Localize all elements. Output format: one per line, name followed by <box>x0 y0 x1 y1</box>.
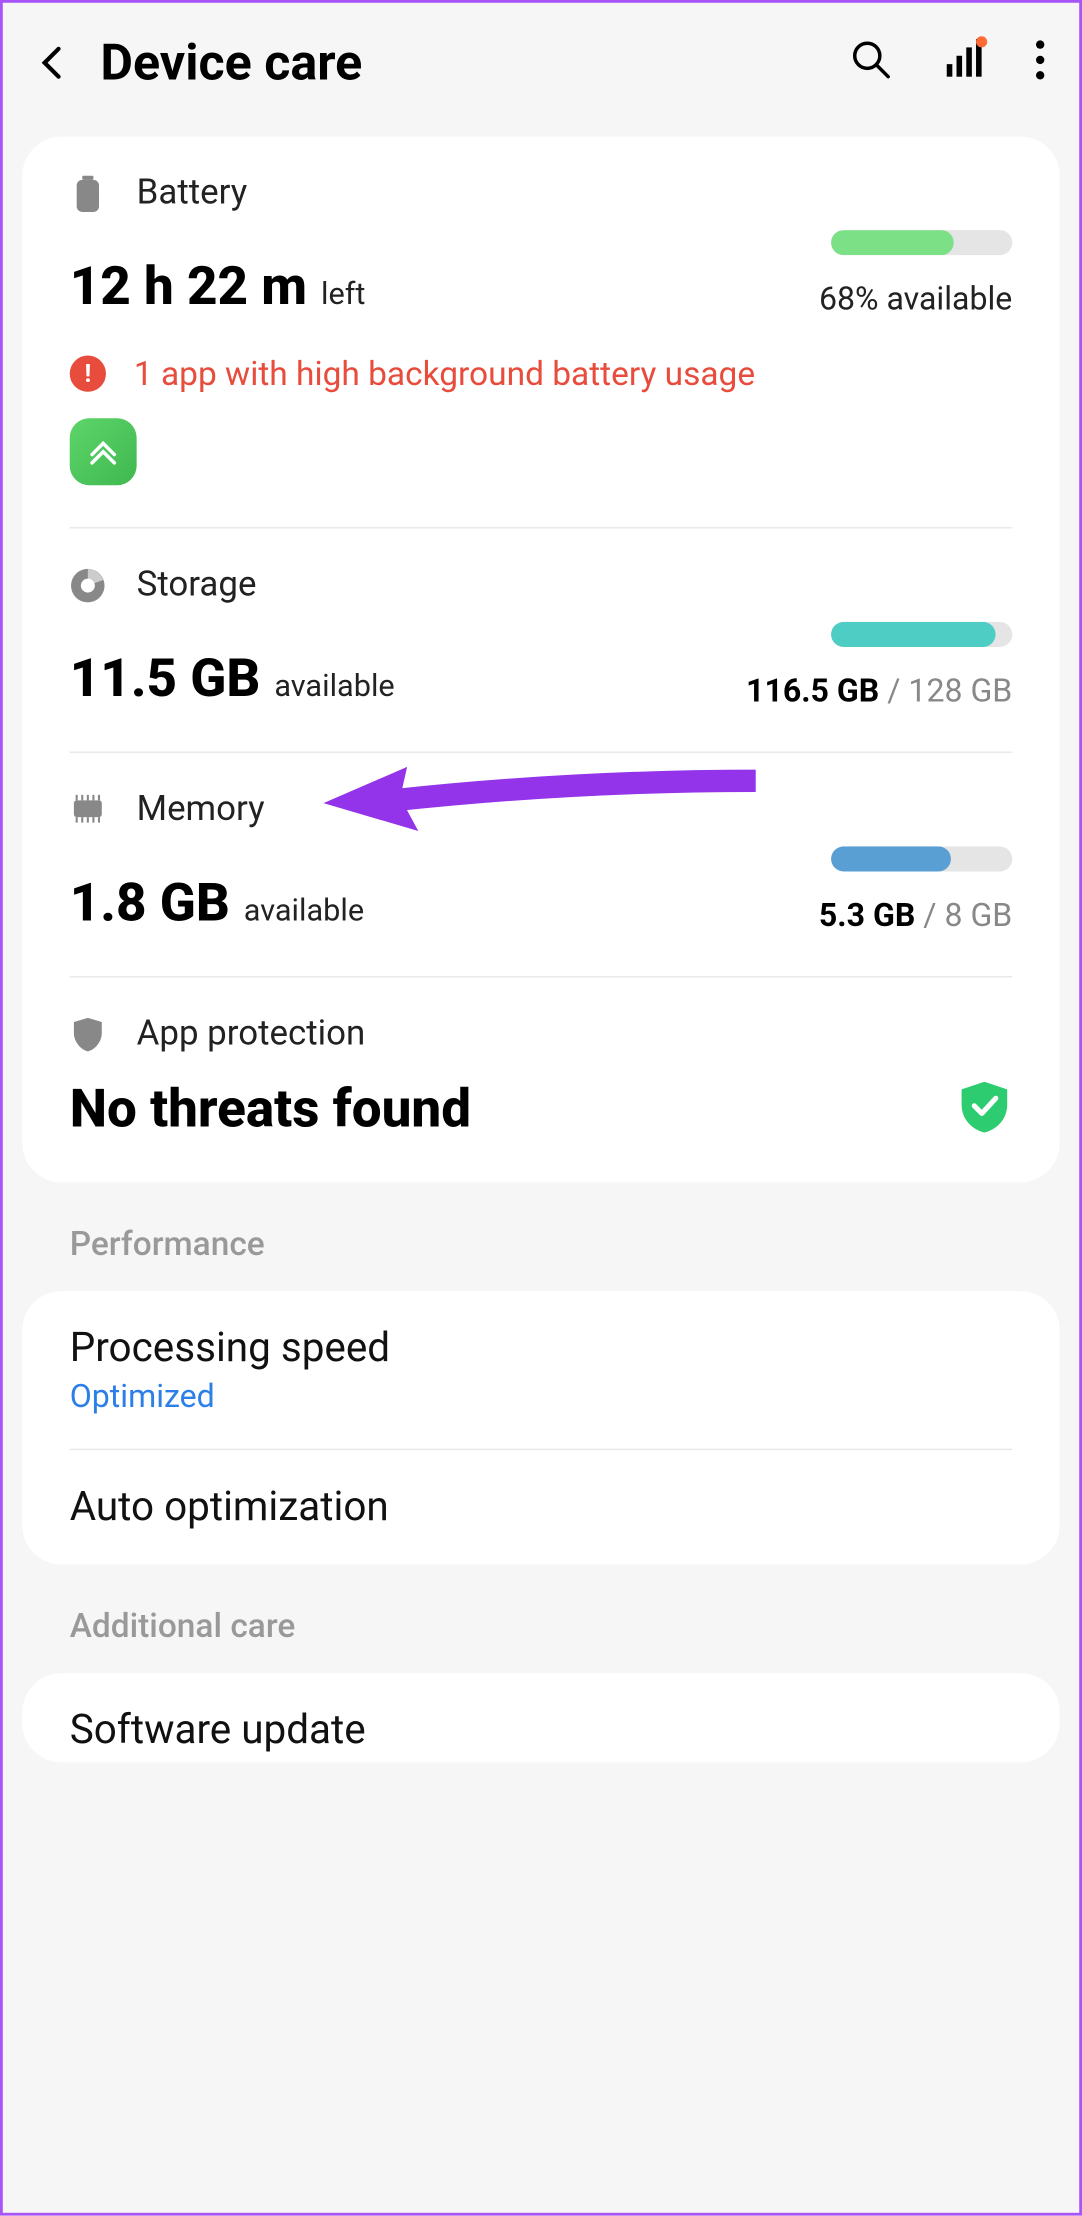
main-card: Battery 12 h 22 m left 68% available ! 1… <box>22 137 1059 1183</box>
storage-section[interactable]: Storage 11.5 GB available 116.5 GB / 128… <box>70 527 1013 751</box>
memory-ratio: 5.3 GB / 8 GB <box>819 897 1012 935</box>
storage-suffix: available <box>274 669 394 704</box>
header-bar: Device care <box>3 3 1079 123</box>
software-title: Software update <box>70 1707 1013 1754</box>
shield-check-icon <box>957 1079 1013 1140</box>
battery-warning-row[interactable]: ! 1 app with high background battery usa… <box>70 354 1013 393</box>
protection-section[interactable]: App protection No threats found <box>70 976 1013 1182</box>
auto-title: Auto optimization <box>70 1484 1013 1531</box>
battery-progress <box>831 230 1012 255</box>
storage-label: Storage <box>137 565 257 605</box>
search-icon[interactable] <box>851 39 893 86</box>
protection-status: No threats found <box>70 1079 471 1140</box>
storage-value: 11.5 GB <box>70 648 261 709</box>
processing-title: Processing speed <box>70 1325 1013 1372</box>
app-badge[interactable] <box>70 418 137 485</box>
memory-progress <box>831 846 1012 871</box>
battery-icon <box>70 175 106 211</box>
notification-dot <box>976 36 987 47</box>
memory-label: Memory <box>137 789 265 829</box>
memory-value: 1.8 GB <box>70 873 230 934</box>
battery-value: 12 h 22 m <box>70 257 307 318</box>
battery-label: Battery <box>137 173 248 213</box>
battery-suffix: left <box>321 277 365 312</box>
storage-progress <box>831 622 1012 647</box>
memory-icon <box>70 791 106 827</box>
software-update-item[interactable]: Software update <box>70 1673 1013 1762</box>
additional-group-label: Additional care <box>3 1564 1079 1659</box>
auto-optimization-item[interactable]: Auto optimization <box>70 1449 1013 1565</box>
page-title: Device care <box>100 33 819 92</box>
performance-group-label: Performance <box>3 1182 1079 1277</box>
processing-sub: Optimized <box>70 1378 1013 1416</box>
stats-icon[interactable] <box>943 39 985 86</box>
battery-section[interactable]: Battery 12 h 22 m left 68% available ! 1… <box>70 137 1013 527</box>
battery-available: 68% available <box>819 280 1012 318</box>
shield-icon <box>70 1016 106 1052</box>
memory-suffix: available <box>244 894 364 929</box>
processing-speed-item[interactable]: Processing speed Optimized <box>70 1291 1013 1449</box>
back-button[interactable] <box>36 46 69 79</box>
alert-icon: ! <box>70 356 106 392</box>
storage-ratio: 116.5 GB / 128 GB <box>746 672 1012 710</box>
battery-warning: 1 app with high background battery usage <box>134 354 755 393</box>
annotation-arrow <box>323 756 755 840</box>
protection-label: App protection <box>137 1014 366 1054</box>
storage-icon <box>70 567 106 603</box>
more-icon[interactable] <box>1035 39 1046 86</box>
